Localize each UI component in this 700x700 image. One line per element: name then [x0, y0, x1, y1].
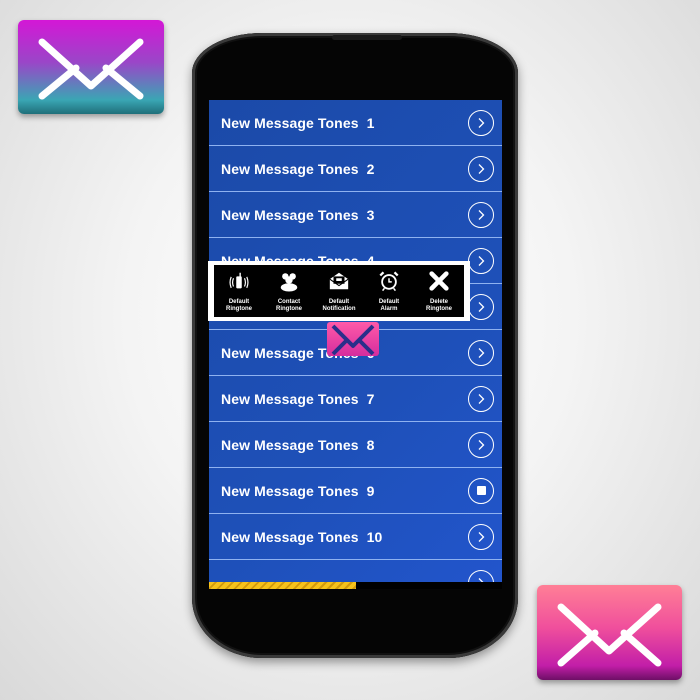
popup-action-label: Default Notification — [322, 298, 356, 312]
list-item[interactable]: New Message Tones 10 — [209, 514, 502, 560]
delete-x-icon — [428, 270, 450, 297]
play-options-button[interactable] — [468, 569, 494, 582]
play-options-button[interactable] — [468, 431, 494, 458]
popup-actions: Default Ringtone Contact Ringtone Default … — [214, 265, 464, 317]
popup-action-label: Contact Ringtone — [276, 298, 302, 312]
chevron-right-icon — [475, 255, 487, 267]
list-item[interactable]: New Message Tones 7 — [209, 376, 502, 422]
popup-action-phone-ringing[interactable]: Default Ringtone — [215, 270, 263, 313]
playback-progress-bar[interactable] — [209, 582, 502, 589]
chevron-right-icon — [475, 531, 487, 543]
envelope-icon — [327, 322, 379, 356]
chevron-right-icon — [475, 439, 487, 451]
list-item-label: New Message Tones 10 — [221, 528, 383, 545]
playback-progress-fill — [209, 582, 356, 589]
play-options-button[interactable] — [468, 385, 494, 412]
play-options-button[interactable] — [468, 293, 494, 320]
play-options-button[interactable] — [468, 339, 494, 366]
phone-speaker — [332, 35, 402, 40]
stop-button[interactable] — [468, 477, 494, 504]
popup-action-alarm-clock[interactable]: Default Alarm — [365, 270, 413, 313]
popup-action-label: Default Alarm — [378, 298, 400, 312]
envelope-open-icon — [328, 270, 350, 297]
chevron-right-icon — [475, 117, 487, 129]
chevron-right-icon — [475, 347, 487, 359]
chevron-right-icon — [475, 163, 487, 175]
envelope-icon — [537, 585, 682, 680]
popup-action-label: Delete Ringtone — [426, 298, 452, 312]
phone-ringing-icon — [228, 270, 250, 297]
contacts-icon — [278, 270, 300, 297]
stop-icon — [476, 486, 486, 495]
popup-action-label: Default Ringtone — [226, 298, 252, 312]
popup-action-delete-x[interactable]: Delete Ringtone — [415, 270, 463, 313]
chevron-right-icon — [475, 393, 487, 405]
list-item[interactable]: New Message Tones 8 — [209, 422, 502, 468]
list-item-label: New Message Tones 7 — [221, 390, 375, 407]
list-item-label: New Message Tones 2 — [221, 160, 375, 177]
list-item-label: New Message Tones 8 — [221, 436, 375, 453]
envelope-icon — [18, 20, 164, 114]
popup-action-contacts[interactable]: Contact Ringtone — [265, 270, 313, 313]
list-item[interactable]: New Message Tones 1 — [209, 100, 502, 146]
list-item[interactable] — [209, 560, 502, 582]
popup-action-envelope-open[interactable]: Default Notification — [315, 270, 363, 313]
list-item[interactable]: New Message Tones 2 — [209, 146, 502, 192]
list-item-label: New Message Tones 1 — [221, 114, 375, 131]
chevron-right-icon — [475, 301, 487, 313]
alarm-clock-icon — [378, 270, 400, 297]
play-options-button[interactable] — [468, 109, 494, 136]
chevron-right-icon — [475, 209, 487, 221]
list-item-label: New Message Tones 3 — [221, 206, 375, 223]
play-options-button[interactable] — [468, 201, 494, 228]
ringtone-options-popup: Default Ringtone Contact Ringtone Default … — [208, 261, 470, 321]
play-options-button[interactable] — [468, 155, 494, 182]
play-options-button[interactable] — [468, 523, 494, 550]
list-item[interactable]: New Message Tones 9 — [209, 468, 502, 514]
play-options-button[interactable] — [468, 247, 494, 274]
list-item-label: New Message Tones 9 — [221, 482, 375, 499]
list-item[interactable]: New Message Tones 3 — [209, 192, 502, 238]
